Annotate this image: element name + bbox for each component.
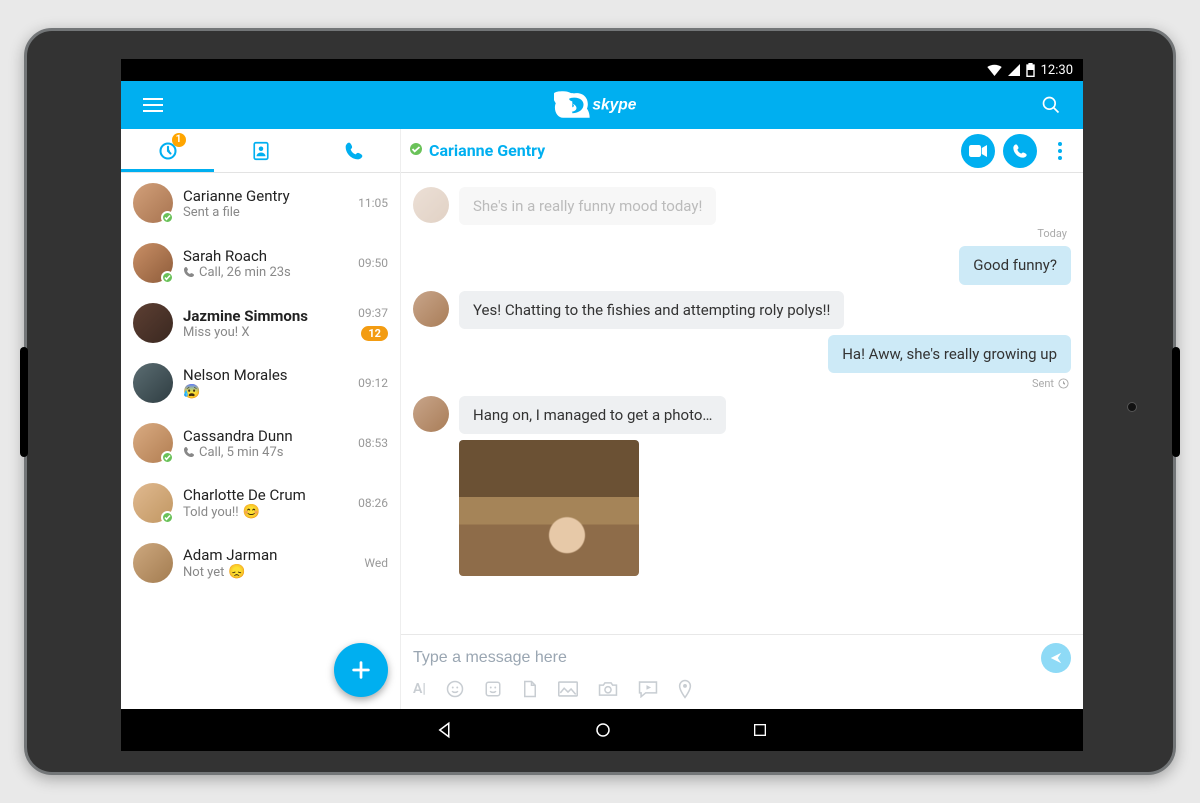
- conversation-name: Nelson Morales: [183, 366, 338, 384]
- composer-toolbar: A|: [413, 675, 1071, 705]
- conversation-subtitle: Told you!! 😊: [183, 504, 338, 520]
- conversation-item[interactable]: Adam Jarman Not yet 😞 Wed: [121, 533, 400, 593]
- chat-panel: Carianne Gentry She's in a really funny …: [401, 129, 1083, 709]
- presence-online-icon: [161, 271, 174, 284]
- tab-recent-badge: 1: [172, 133, 186, 147]
- conversations-panel: 1 Carianne Gentry: [121, 129, 401, 709]
- avatar: [133, 543, 173, 583]
- camera-button[interactable]: [598, 679, 618, 699]
- video-message-button[interactable]: [638, 679, 658, 699]
- cell-signal-icon: [1008, 64, 1020, 76]
- message-bubble: Hang on, I managed to get a photo…: [459, 396, 726, 434]
- send-button[interactable]: [1041, 643, 1071, 673]
- more-menu-button[interactable]: [1045, 134, 1075, 168]
- message-composer: A|: [401, 634, 1083, 709]
- video-call-button[interactable]: [961, 134, 995, 168]
- conversation-subtitle: Not yet 😞: [183, 564, 338, 580]
- conversation-time: 09:50: [358, 256, 388, 270]
- call-icon: [183, 446, 195, 458]
- tab-calls[interactable]: [307, 129, 400, 172]
- conversation-name: Charlotte De Crum: [183, 486, 338, 504]
- avatar: [133, 303, 173, 343]
- conversation-item[interactable]: Cassandra Dunn Call, 5 min 47s 08:53: [121, 413, 400, 473]
- conversation-item[interactable]: Carianne Gentry Sent a file 11:05: [121, 173, 400, 233]
- android-status-bar: 12:30: [121, 59, 1083, 81]
- text-format-button[interactable]: A|: [413, 679, 426, 699]
- sidebar-tabs: 1: [121, 129, 400, 173]
- location-button[interactable]: [678, 679, 692, 699]
- conversation-item[interactable]: Charlotte De Crum Told you!! 😊 08:26: [121, 473, 400, 533]
- hamburger-menu-button[interactable]: [129, 81, 177, 129]
- file-button[interactable]: [522, 679, 538, 699]
- conversation-time: 09:12: [358, 376, 388, 390]
- conversation-name: Cassandra Dunn: [183, 427, 338, 445]
- conversation-list[interactable]: Carianne Gentry Sent a file 11:05 Sarah …: [121, 173, 400, 709]
- tab-contacts[interactable]: [214, 129, 307, 172]
- avatar: [133, 363, 173, 403]
- battery-icon: [1026, 63, 1035, 77]
- presence-online-icon: [161, 211, 174, 224]
- nav-home-button[interactable]: [594, 721, 612, 739]
- gallery-button[interactable]: [558, 679, 578, 699]
- conversation-time: 08:26: [358, 496, 388, 510]
- message-bubble: Good funny?: [959, 246, 1071, 284]
- nav-recents-button[interactable]: [752, 722, 768, 738]
- tab-recent[interactable]: 1: [121, 129, 214, 172]
- conversation-name: Adam Jarman: [183, 546, 338, 564]
- nav-back-button[interactable]: [436, 721, 454, 739]
- chat-header: Carianne Gentry: [401, 129, 1083, 173]
- conversation-subtitle: Miss you! X: [183, 325, 338, 340]
- conversation-name: Jazmine Simmons: [183, 307, 338, 325]
- conversation-subtitle: Call, 5 min 47s: [183, 445, 338, 460]
- message-bubble: Ha! Aww, she's really growing up: [828, 335, 1071, 373]
- avatar: [413, 291, 449, 327]
- presence-online-icon: [409, 141, 423, 160]
- clock-icon: [1058, 378, 1069, 389]
- presence-online-icon: [161, 451, 174, 464]
- skype-logo: skype: [554, 90, 650, 120]
- message-item: Hang on, I managed to get a photo…: [413, 396, 1071, 434]
- message-item-faded: She's in a really funny mood today!: [413, 187, 1071, 225]
- moji-button[interactable]: [484, 679, 502, 699]
- avatar: [413, 187, 449, 223]
- conversation-item[interactable]: Sarah Roach Call, 26 min 23s 09:50: [121, 233, 400, 293]
- message-list[interactable]: She's in a really funny mood today! Toda…: [401, 173, 1083, 634]
- conversation-time: 11:05: [358, 196, 388, 210]
- message-bubble: She's in a really funny mood today!: [459, 187, 716, 225]
- conversation-time: Wed: [364, 556, 388, 570]
- message-item: Yes! Chatting to the fishies and attempt…: [413, 291, 1071, 329]
- svg-text:skype: skype: [592, 97, 636, 114]
- message-input[interactable]: [413, 641, 1031, 675]
- conversation-item[interactable]: Jazmine Simmons Miss you! X 09:37 12: [121, 293, 400, 353]
- new-chat-fab[interactable]: [334, 643, 388, 697]
- emoji-button[interactable]: [446, 679, 464, 699]
- conversation-name: Sarah Roach: [183, 247, 338, 265]
- audio-call-button[interactable]: [1003, 134, 1037, 168]
- unread-badge: 12: [361, 326, 388, 341]
- conversation-name: Carianne Gentry: [183, 187, 338, 205]
- conversation-time: 08:53: [358, 436, 388, 450]
- message-item: Good funny?: [413, 246, 1071, 284]
- conversation-subtitle: Call, 26 min 23s: [183, 265, 338, 280]
- wifi-icon: [987, 64, 1002, 76]
- call-icon: [183, 266, 195, 278]
- conversation-subtitle: 😰: [183, 384, 338, 400]
- android-nav-bar: [121, 709, 1083, 751]
- chat-title-text: Carianne Gentry: [429, 141, 545, 160]
- clock-text: 12:30: [1041, 63, 1073, 78]
- conversation-subtitle: Sent a file: [183, 205, 338, 220]
- conversation-item[interactable]: Nelson Morales 😰 09:12: [121, 353, 400, 413]
- search-button[interactable]: [1027, 81, 1075, 129]
- photo-attachment[interactable]: [459, 440, 639, 576]
- app-bar: skype: [121, 81, 1083, 129]
- message-item: Ha! Aww, she's really growing up: [413, 335, 1071, 373]
- date-separator: Today: [413, 227, 1071, 240]
- avatar: [413, 396, 449, 432]
- message-bubble: Yes! Chatting to the fishies and attempt…: [459, 291, 844, 329]
- delivery-status: Sent: [413, 377, 1071, 390]
- presence-online-icon: [161, 511, 174, 524]
- conversation-time: 09:37: [358, 306, 388, 320]
